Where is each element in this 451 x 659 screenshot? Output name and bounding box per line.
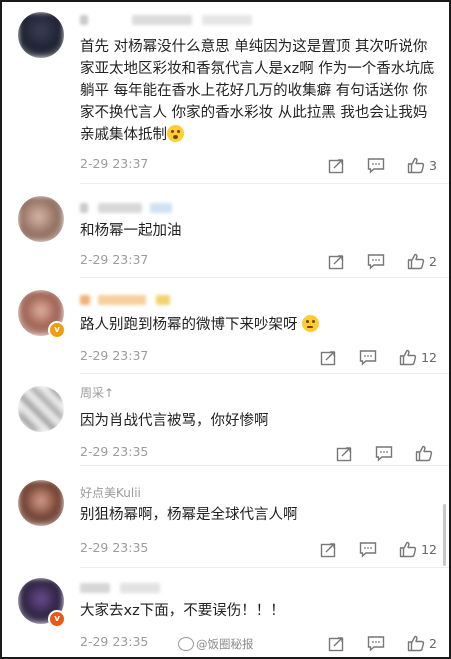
comment-text-body: 路人别跑到杨幂的微博下来吵架呀 bbox=[80, 317, 298, 333]
comment-item: 好点美Kulii 别狙杨幂啊，杨幂是全球代言人啊 2-29 23:35 12 bbox=[2, 466, 449, 568]
repost-icon bbox=[328, 636, 344, 651]
avatar[interactable] bbox=[18, 196, 64, 242]
comment-text: 首先 对杨幂没什么意思 单纯因为这是置顶 其次听说你家亚太地区彩妆和香氛代言人是… bbox=[80, 36, 440, 146]
thumbs-up-icon bbox=[399, 541, 417, 557]
username[interactable] bbox=[80, 580, 160, 594]
comment-time: 2-29 23:35 bbox=[80, 634, 149, 649]
repost-button[interactable] bbox=[328, 253, 345, 270]
comment-time: 2-29 23:37 bbox=[80, 252, 149, 267]
like-count: 3 bbox=[429, 157, 437, 173]
comment-icon bbox=[367, 157, 385, 174]
username[interactable] bbox=[80, 200, 172, 214]
comment-actions bbox=[314, 444, 437, 462]
like-count: 12 bbox=[421, 349, 437, 365]
reply-button[interactable] bbox=[375, 445, 393, 462]
comment-text: 大家去xz下面，不要误伤！！！ bbox=[80, 603, 285, 619]
hush-emoji bbox=[301, 315, 319, 332]
username[interactable] bbox=[80, 292, 170, 306]
comment-actions: 2 bbox=[306, 252, 437, 270]
like-button[interactable]: 12 bbox=[399, 541, 437, 558]
avatar[interactable] bbox=[18, 480, 64, 526]
comment-item: v 路人别跑到杨幂的微博下来吵架呀 2-29 23:37 12 bbox=[2, 278, 449, 374]
comment-actions: 3 bbox=[306, 156, 437, 174]
reply-button[interactable] bbox=[367, 253, 385, 270]
username[interactable]: 周采↑ bbox=[80, 386, 114, 400]
like-count: 2 bbox=[429, 635, 437, 651]
repost-button[interactable] bbox=[328, 635, 345, 652]
repost-button[interactable] bbox=[336, 445, 353, 462]
weibo-logo-icon bbox=[178, 637, 194, 651]
watermark-text: @饭圈秘报 bbox=[196, 637, 254, 651]
comment-icon bbox=[359, 349, 377, 366]
comment-text-body: 首先 对杨幂没什么意思 单纯因为这是置顶 其次听说你家亚太地区彩妆和香氛代言人是… bbox=[80, 39, 435, 143]
comment-text: 别狙杨幂啊，杨幂是全球代言人啊 bbox=[80, 507, 298, 523]
repost-button[interactable] bbox=[320, 541, 337, 558]
avatar[interactable] bbox=[18, 12, 64, 58]
comment-time: 2-29 23:35 bbox=[80, 444, 149, 459]
comment-item: 周采↑ 因为肖战代言被骂，你好惨啊 2-29 23:35 bbox=[2, 374, 449, 466]
comment-icon bbox=[375, 445, 393, 462]
repost-icon bbox=[320, 542, 336, 557]
comment-icon bbox=[367, 635, 385, 652]
comment-actions: 2 bbox=[306, 634, 437, 652]
like-button[interactable]: 2 bbox=[407, 635, 437, 652]
thumbs-up-icon bbox=[399, 349, 417, 365]
reply-button[interactable] bbox=[367, 157, 385, 174]
repost-icon bbox=[336, 446, 352, 461]
comment-list: 首先 对杨幂没什么意思 单纯因为这是置顶 其次听说你家亚太地区彩妆和香氛代言人是… bbox=[0, 0, 451, 659]
comment-text: 和杨幂一起加油 bbox=[80, 223, 182, 239]
verified-badge-icon: v bbox=[48, 321, 66, 339]
thumbs-up-icon bbox=[407, 157, 425, 173]
username[interactable] bbox=[80, 12, 252, 26]
comment-icon bbox=[367, 253, 385, 270]
comment-item: 首先 对杨幂没什么意思 单纯因为这是置顶 其次听说你家亚太地区彩妆和香氛代言人是… bbox=[2, 2, 449, 184]
watermark: @饭圈秘报 bbox=[178, 636, 254, 652]
comment-time: 2-29 23:37 bbox=[80, 156, 149, 171]
like-button[interactable]: 3 bbox=[407, 157, 437, 174]
scream-emoji bbox=[167, 125, 184, 142]
comment-time: 2-29 23:35 bbox=[80, 540, 149, 555]
repost-button[interactable] bbox=[328, 157, 345, 174]
scrollbar[interactable] bbox=[443, 504, 446, 566]
repost-button[interactable] bbox=[320, 349, 337, 366]
comment-item: 和杨幂一起加油 2-29 23:37 2 bbox=[2, 184, 449, 278]
repost-icon bbox=[328, 158, 344, 173]
like-button[interactable]: 12 bbox=[399, 349, 437, 366]
comment-icon bbox=[359, 541, 377, 558]
thumbs-up-icon bbox=[407, 253, 425, 269]
comment-text: 因为肖战代言被骂，你好惨啊 bbox=[80, 413, 269, 429]
reply-button[interactable] bbox=[359, 349, 377, 366]
comment-actions: 12 bbox=[298, 540, 437, 558]
comment-time: 2-29 23:37 bbox=[80, 348, 149, 363]
like-button[interactable] bbox=[415, 445, 437, 462]
thumbs-up-icon bbox=[407, 635, 425, 651]
reply-button[interactable] bbox=[359, 541, 377, 558]
avatar[interactable] bbox=[18, 386, 64, 432]
like-button[interactable]: 2 bbox=[407, 253, 437, 270]
reply-button[interactable] bbox=[367, 635, 385, 652]
repost-icon bbox=[328, 254, 344, 269]
comment-text: 路人别跑到杨幂的微博下来吵架呀 bbox=[80, 314, 440, 336]
thumbs-up-icon bbox=[415, 445, 433, 461]
like-count: 12 bbox=[421, 541, 437, 557]
like-count: 2 bbox=[429, 253, 437, 269]
comment-actions: 12 bbox=[298, 348, 437, 366]
username[interactable]: 好点美Kulii bbox=[80, 486, 141, 500]
repost-icon bbox=[320, 350, 336, 365]
verified-badge-icon: v bbox=[48, 610, 66, 628]
